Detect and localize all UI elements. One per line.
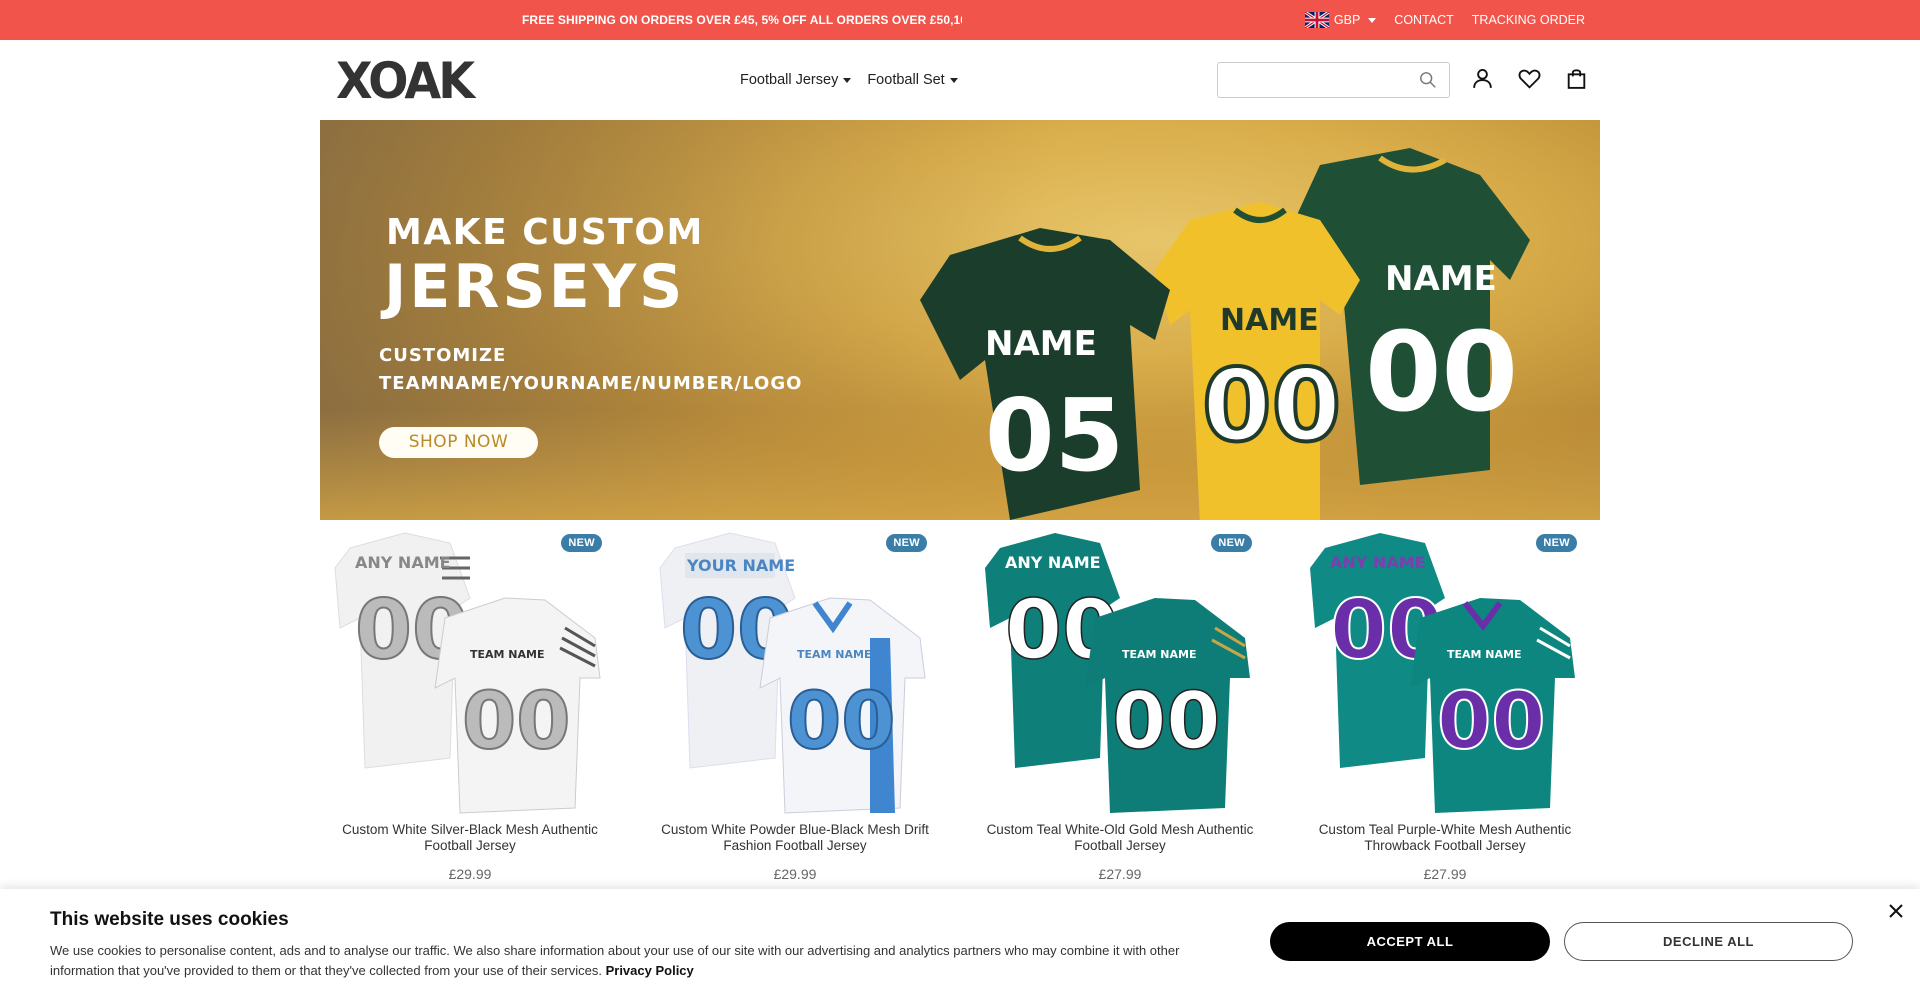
new-badge: NEW — [1536, 534, 1577, 552]
jersey-back-text: TEAM NAME — [797, 648, 872, 661]
jersey-front-text: YOUR NAME — [686, 556, 795, 575]
chevron-down-icon — [843, 77, 852, 83]
product-image[interactable]: ANY NAME 00 TEAM NAME 00 — [330, 528, 610, 816]
product-card[interactable]: ANY NAME 00 TEAM NAME 00 NEW Custom Teal… — [970, 520, 1270, 900]
cookie-text: We use cookies to personalise content, a… — [50, 941, 1230, 981]
currency-label: GBP — [1333, 13, 1361, 27]
close-icon[interactable] — [1888, 903, 1904, 919]
jersey-number-text: 00 — [1365, 308, 1518, 436]
banner-headline-line1: MAKE CUSTOM — [386, 212, 704, 253]
jersey-front-text: ANY NAME — [1005, 553, 1101, 572]
jersey-back-text: TEAM NAME — [1122, 648, 1197, 661]
product-price: £27.99 — [1423, 866, 1467, 882]
jersey-number-text: 00 — [1437, 677, 1546, 767]
privacy-policy-link[interactable]: Privacy Policy — [606, 963, 694, 978]
product-grid: ANY NAME 00 TEAM NAME 00 NEW Custom Whit… — [320, 520, 1600, 900]
hero-banner[interactable]: MAKE CUSTOM JERSEYS CUSTOMIZE TEAMNAME/Y… — [320, 120, 1600, 520]
promo-bar: FREE SHIPPING ON ORDERS OVER £45, 5% OFF… — [0, 0, 1920, 40]
accept-all-button[interactable]: ACCEPT ALL — [1270, 922, 1550, 961]
new-badge: NEW — [1211, 534, 1252, 552]
banner-jerseys-image: NAME 00 NAME 00 NAME 05 — [920, 148, 1530, 520]
new-badge: NEW — [886, 534, 927, 552]
jersey-number-text: 05 — [985, 377, 1124, 494]
jersey-back-text: TEAM NAME — [470, 648, 545, 661]
search-box — [1217, 62, 1450, 98]
shop-now-button[interactable]: SHOP NOW — [379, 427, 538, 458]
banner-subtitle: CUSTOMIZE TEAMNAME/YOURNAME/NUMBER/LOGO — [379, 342, 802, 398]
banner-subtitle-line2: TEAMNAME/YOURNAME/NUMBER/LOGO — [379, 373, 803, 394]
site-header: XOAK Football Jersey Football Set — [0, 40, 1920, 120]
account-icon[interactable] — [1470, 66, 1495, 91]
cart-icon[interactable] — [1564, 66, 1589, 91]
site-logo[interactable]: XOAK — [336, 56, 475, 106]
product-title[interactable]: Custom White Silver-Black Mesh Authentic… — [335, 822, 605, 854]
decline-all-button[interactable]: DECLINE ALL — [1564, 922, 1853, 961]
currency-selector[interactable]: GBP — [1304, 10, 1377, 30]
jersey-number-text: 00 — [462, 677, 571, 767]
product-card[interactable]: ANY NAME 00 TEAM NAME 00 NEW Custom Teal… — [1295, 520, 1595, 900]
jersey-yellow-middle: NAME 00 — [1155, 202, 1360, 520]
product-image[interactable]: YOUR NAME 00 TEAM NAME 00 — [655, 528, 935, 816]
cookie-title: This website uses cookies — [50, 909, 289, 930]
promo-text: FREE SHIPPING ON ORDERS OVER £45, 5% OFF… — [522, 13, 962, 27]
tracking-order-link[interactable]: TRACKING ORDER — [1472, 13, 1585, 27]
nav-item-label: Football Jersey — [740, 72, 839, 88]
uk-flag-icon — [1304, 10, 1330, 30]
nav-item-label: Football Set — [867, 72, 945, 88]
search-input[interactable] — [1218, 63, 1408, 97]
jersey-number-text: 00 — [1202, 347, 1341, 464]
chevron-down-icon — [1368, 17, 1377, 23]
cookie-banner: This website uses cookies We use cookies… — [0, 889, 1920, 993]
jersey-front-text: ANY NAME — [1330, 553, 1426, 572]
product-title[interactable]: Custom Teal Purple-White Mesh Authentic … — [1310, 822, 1580, 854]
product-price: £27.99 — [1098, 866, 1142, 882]
jersey-green-left: NAME 05 — [920, 228, 1170, 520]
product-title[interactable]: Custom Teal White-Old Gold Mesh Authenti… — [985, 822, 1255, 854]
search-icon[interactable] — [1419, 71, 1437, 89]
jersey-number-text: 00 — [1112, 677, 1221, 767]
contact-link[interactable]: CONTACT — [1394, 13, 1454, 27]
product-image[interactable]: ANY NAME 00 TEAM NAME 00 — [1305, 528, 1585, 816]
product-price: £29.99 — [773, 866, 817, 882]
topbar-right: GBP CONTACT TRACKING ORDER — [1304, 0, 1585, 40]
product-card[interactable]: YOUR NAME 00 TEAM NAME 00 NEW Custom Whi… — [645, 520, 945, 900]
wishlist-icon[interactable] — [1517, 66, 1542, 91]
product-image[interactable]: ANY NAME 00 TEAM NAME 00 — [980, 528, 1260, 816]
new-badge: NEW — [561, 534, 602, 552]
product-title[interactable]: Custom White Powder Blue-Black Mesh Drif… — [660, 822, 930, 854]
product-price: £29.99 — [448, 866, 492, 882]
chevron-down-icon — [949, 77, 958, 83]
main-nav: Football Jersey Football Set — [740, 40, 958, 120]
jersey-number-text: 00 — [787, 677, 896, 767]
jersey-name-text: NAME — [985, 324, 1097, 364]
nav-football-jersey[interactable]: Football Jersey — [740, 72, 852, 88]
product-card[interactable]: ANY NAME 00 TEAM NAME 00 NEW Custom Whit… — [320, 520, 620, 900]
jersey-front-text: ANY NAME — [355, 553, 451, 572]
jersey-name-text: NAME — [1220, 303, 1319, 338]
header-icons — [1470, 66, 1589, 91]
banner-subtitle-line1: CUSTOMIZE — [379, 345, 507, 366]
banner-headline-line2: JERSEYS — [384, 252, 686, 322]
nav-football-set[interactable]: Football Set — [867, 72, 958, 88]
jersey-back-text: TEAM NAME — [1447, 648, 1522, 661]
jersey-name-text: NAME — [1385, 259, 1497, 299]
